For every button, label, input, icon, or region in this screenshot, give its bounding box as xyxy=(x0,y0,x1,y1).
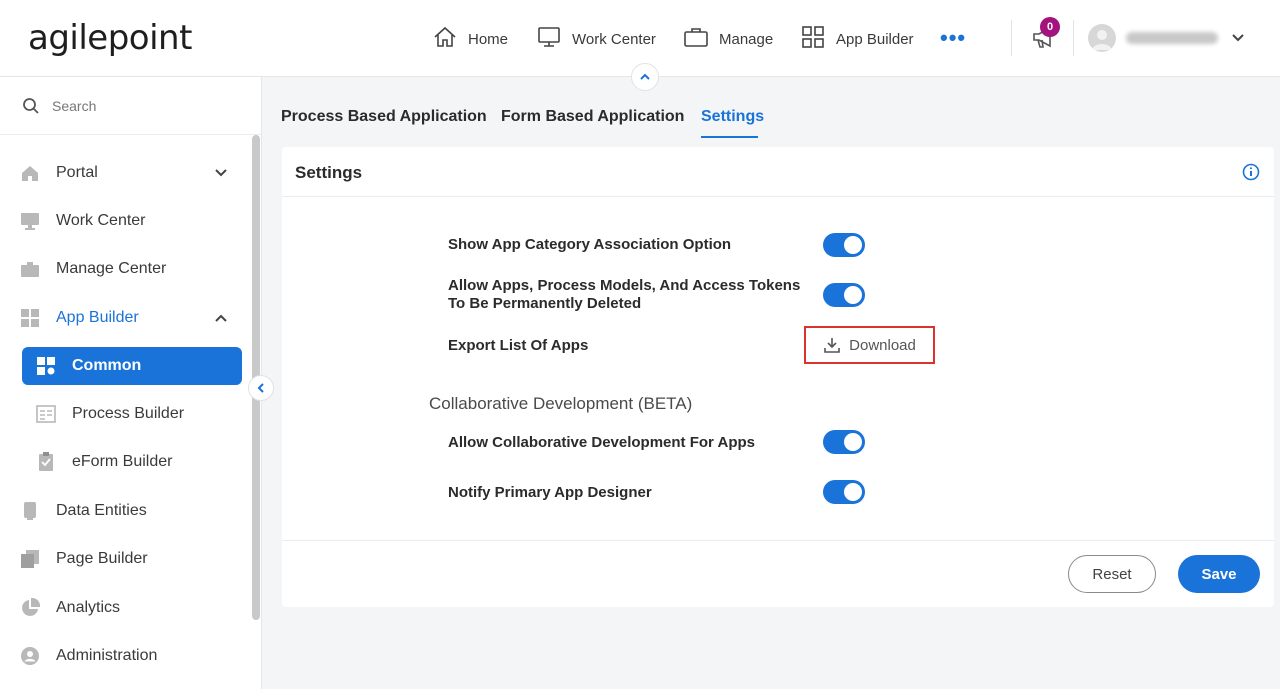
collapse-sidebar-button[interactable] xyxy=(248,375,274,401)
download-icon xyxy=(824,338,840,353)
tab-form-based-application[interactable]: Form Based Application xyxy=(501,108,684,126)
sidebar-item-label: Administration xyxy=(56,647,158,664)
user-icon xyxy=(1092,30,1112,50)
sidebar-item-label: Data Entities xyxy=(56,502,147,519)
nav-home-label: Home xyxy=(468,30,509,48)
monitor-icon xyxy=(536,24,562,54)
process-builder-icon xyxy=(36,404,56,424)
app-builder-icon xyxy=(20,308,40,328)
info-icon[interactable] xyxy=(1242,163,1260,186)
collapse-header-button[interactable] xyxy=(631,63,659,91)
sidebar: Search Portal Work Center Manage Center … xyxy=(0,77,262,689)
sidebar-item-label: App Builder xyxy=(56,309,139,326)
search-input[interactable]: Search xyxy=(52,98,96,114)
sidebar-search[interactable]: Search xyxy=(22,95,96,117)
sidebar-item-work-center[interactable]: Work Center xyxy=(20,202,242,240)
nav-app-builder[interactable]: App Builder xyxy=(800,24,914,54)
download-button[interactable]: Download xyxy=(804,326,935,364)
setting-label-line: Allow Apps, Process Models, And Access T… xyxy=(448,277,801,294)
sidebar-item-label: Page Builder xyxy=(56,550,148,567)
briefcase-icon xyxy=(20,259,40,279)
sidebar-item-label: Work Center xyxy=(56,212,146,229)
toggle-app-category[interactable] xyxy=(823,233,865,257)
download-label: Download xyxy=(849,336,916,354)
chevron-down-icon[interactable] xyxy=(1230,30,1246,51)
sidebar-item-common[interactable]: Common xyxy=(22,347,242,385)
nav-home[interactable]: Home xyxy=(432,24,508,54)
nav-work-center-label: Work Center xyxy=(572,30,656,48)
sidebar-item-app-builder[interactable]: App Builder xyxy=(20,299,242,337)
sidebar-item-label: Manage Center xyxy=(56,260,167,277)
analytics-icon xyxy=(20,598,40,618)
save-button[interactable]: Save xyxy=(1178,555,1260,593)
home-icon xyxy=(20,163,40,183)
agilepoint-logo[interactable]: agilepoint xyxy=(28,18,192,58)
sidebar-item-label: eForm Builder xyxy=(72,453,173,470)
data-entities-icon xyxy=(20,501,40,521)
home-icon xyxy=(432,24,458,54)
eform-builder-icon xyxy=(36,452,56,472)
chevron-up-icon xyxy=(640,73,650,80)
page-builder-icon xyxy=(20,549,40,569)
sidebar-item-label: Process Builder xyxy=(72,405,185,422)
sidebar-item-label: Analytics xyxy=(56,599,121,616)
sidebar-item-manage-center[interactable]: Manage Center xyxy=(20,250,242,288)
sidebar-item-page-builder[interactable]: Page Builder xyxy=(20,540,242,578)
setting-label-line: To Be Permanently Deleted xyxy=(448,295,642,312)
setting-label-collab-dev: Allow Collaborative Development For Apps xyxy=(448,434,755,451)
nav-manage-label: Manage xyxy=(719,30,774,48)
nav-app-builder-label: App Builder xyxy=(836,30,914,48)
briefcase-icon xyxy=(683,24,709,54)
setting-label-notify-designer: Notify Primary App Designer xyxy=(448,484,652,501)
setting-label-permanent-delete: Allow Apps, Process Models, And Access T… xyxy=(448,277,800,313)
panel-title: Settings xyxy=(295,163,363,182)
sidebar-item-administration[interactable]: Administration xyxy=(20,637,242,675)
toggle-permanent-delete[interactable] xyxy=(823,283,865,307)
active-tab-indicator xyxy=(701,136,758,138)
grid-icon xyxy=(800,24,826,54)
sidebar-item-analytics[interactable]: Analytics xyxy=(20,589,242,627)
panel-footer-divider xyxy=(282,540,1274,541)
sidebar-item-process-builder[interactable]: Process Builder xyxy=(36,395,242,433)
sidebar-item-data-entities[interactable]: Data Entities xyxy=(20,492,242,530)
sidebar-divider xyxy=(0,134,262,135)
nav-work-center[interactable]: Work Center xyxy=(536,24,656,54)
monitor-icon xyxy=(20,211,40,231)
toggle-collab-dev[interactable] xyxy=(823,430,865,454)
chevron-up-icon[interactable] xyxy=(214,311,228,330)
tab-settings[interactable]: Settings xyxy=(701,108,764,126)
settings-panel: Settings Show App Category Association O… xyxy=(282,147,1274,607)
toggle-notify-designer[interactable] xyxy=(823,480,865,504)
section-title-collaborative: Collaborative Development (BETA) xyxy=(429,394,693,413)
header-divider xyxy=(1073,20,1074,56)
panel-header-divider xyxy=(282,196,1274,197)
chevron-down-icon[interactable] xyxy=(214,166,228,185)
avatar[interactable] xyxy=(1088,24,1116,52)
sidebar-item-eform-builder[interactable]: eForm Builder xyxy=(36,443,242,481)
search-icon xyxy=(23,98,39,114)
header-divider xyxy=(1011,20,1012,56)
sidebar-item-label: Common xyxy=(72,357,142,374)
common-icon xyxy=(36,356,56,376)
more-dots-icon[interactable]: ••• xyxy=(940,27,966,49)
setting-label-export-apps: Export List Of Apps xyxy=(448,337,589,354)
username-blurred[interactable] xyxy=(1126,32,1218,44)
nav-manage[interactable]: Manage xyxy=(683,24,773,54)
sidebar-item-portal[interactable]: Portal xyxy=(20,154,242,192)
chevron-left-icon xyxy=(257,383,264,393)
reset-button[interactable]: Reset xyxy=(1068,555,1156,593)
administration-icon xyxy=(20,646,40,666)
sidebar-item-label: Portal xyxy=(56,164,98,181)
notification-badge: 0 xyxy=(1040,17,1060,37)
setting-label-app-category: Show App Category Association Option xyxy=(448,236,732,253)
tab-process-based-application[interactable]: Process Based Application xyxy=(281,108,487,126)
